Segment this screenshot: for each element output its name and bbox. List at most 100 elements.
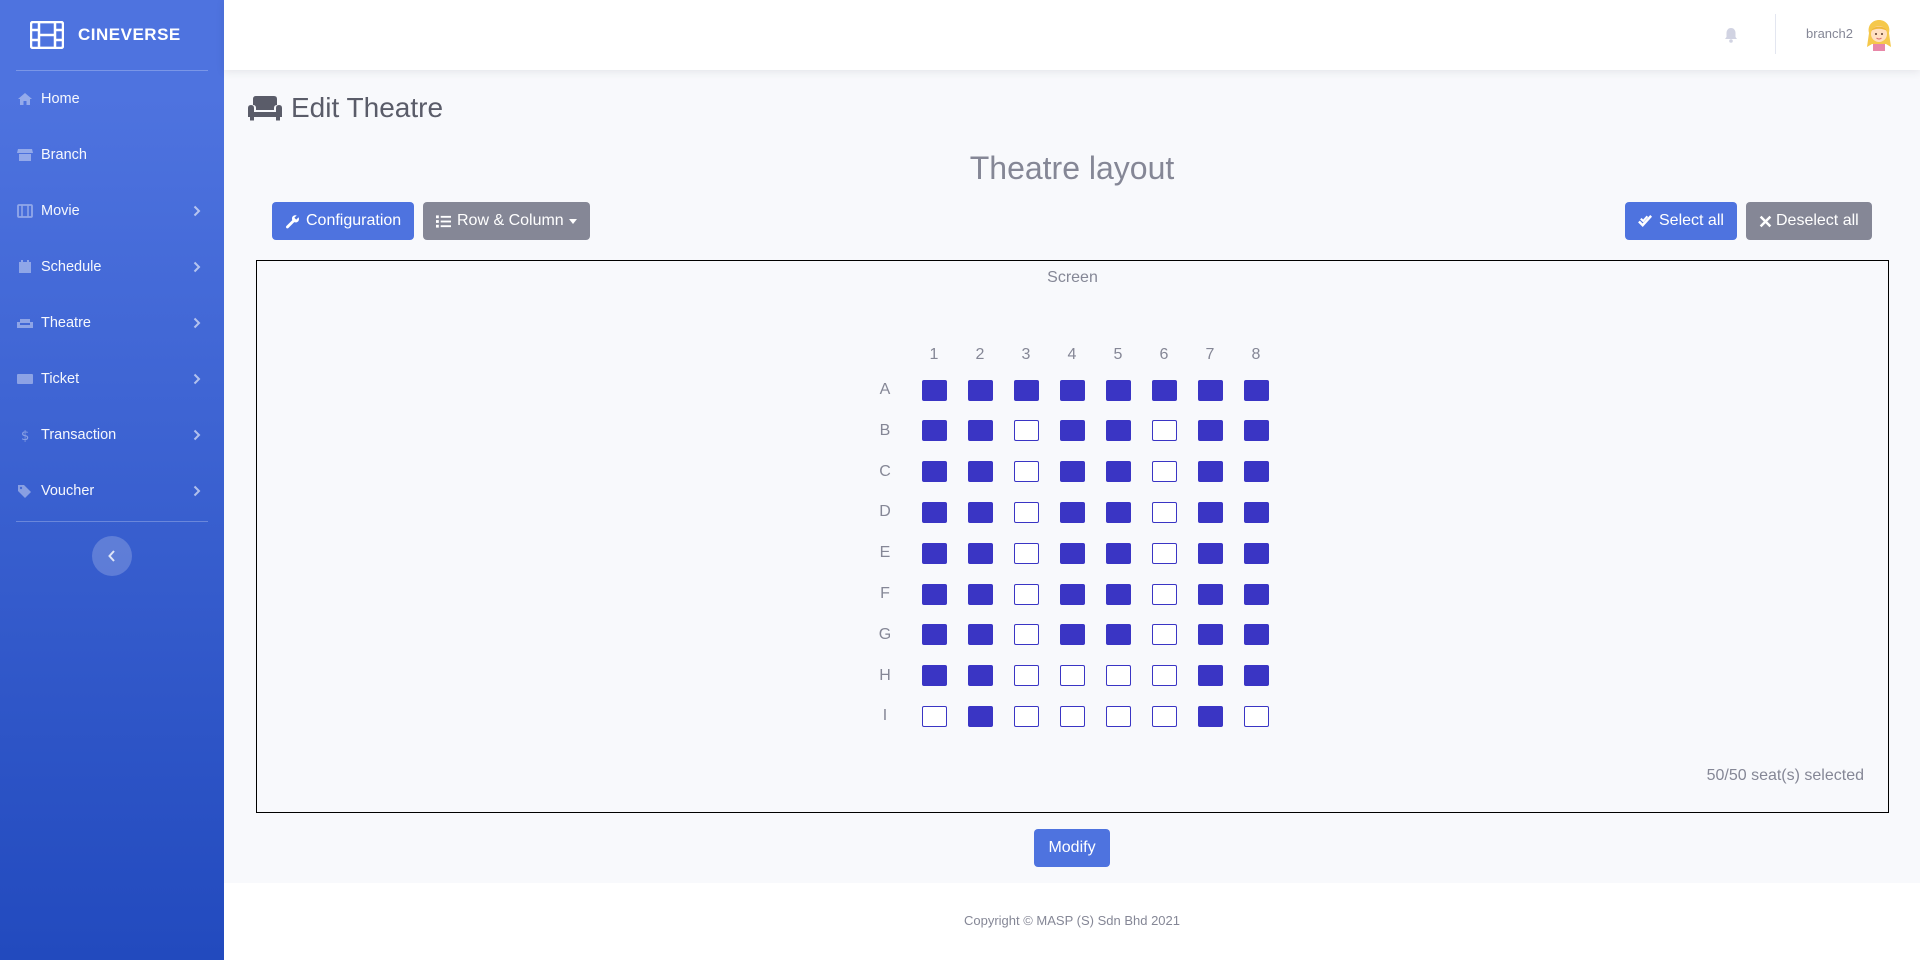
seat-F4[interactable] [1059,583,1085,605]
page-header: Edit Theatre [247,92,443,124]
seat-H7[interactable] [1197,665,1223,687]
seat-B8[interactable] [1243,420,1269,442]
seat-A6[interactable] [1151,379,1177,401]
seat-F2[interactable] [967,583,993,605]
seat-D2[interactable] [967,501,993,523]
seat-A7[interactable] [1197,379,1223,401]
sidebar-item-branch[interactable]: Branch [0,127,224,183]
sidebar-item-theatre[interactable]: Theatre [0,295,224,351]
seat-D6[interactable] [1151,501,1177,523]
seat-F7[interactable] [1197,583,1223,605]
sidebar-nav: Home Branch Movie Schedule Theatre Ticket $ Tra… [0,71,224,519]
seat-A3[interactable] [1013,379,1039,401]
seat-F1[interactable] [921,583,947,605]
seat-G5[interactable] [1105,624,1131,646]
seat-G8[interactable] [1243,624,1269,646]
sidebar-item-voucher[interactable]: Voucher [0,463,224,519]
seat-A8[interactable] [1243,379,1269,401]
seat-E5[interactable] [1105,542,1131,564]
seat-E3[interactable] [1013,542,1039,564]
deselect-all-button[interactable]: Deselect all [1746,202,1872,240]
avatar[interactable] [1864,19,1894,51]
sidebar-item-movie[interactable]: Movie [0,183,224,239]
seat-G4[interactable] [1059,624,1085,646]
seat-C3[interactable] [1013,461,1039,483]
sidebar-item-schedule[interactable]: Schedule [0,239,224,295]
seat-C4[interactable] [1059,461,1085,483]
seat-E2[interactable] [967,542,993,564]
seat-B1[interactable] [921,420,947,442]
seat-I2[interactable] [967,705,993,727]
seat-I4[interactable] [1059,705,1085,727]
seat-E7[interactable] [1197,542,1223,564]
seat-E4[interactable] [1059,542,1085,564]
seat-B2[interactable] [967,420,993,442]
seat-H6[interactable] [1151,665,1177,687]
seat-C5[interactable] [1105,461,1131,483]
sidebar-toggle-button[interactable] [92,536,132,576]
bell-icon[interactable] [1723,27,1739,43]
seat-I7[interactable] [1197,705,1223,727]
seat-A2[interactable] [967,379,993,401]
sidebar-item-transaction[interactable]: $ Transaction [0,407,224,463]
sidebar-item-label: Transaction [41,427,117,443]
seat-H4[interactable] [1059,665,1085,687]
seat-C2[interactable] [967,461,993,483]
seat-D5[interactable] [1105,501,1131,523]
username[interactable]: branch2 [1806,26,1853,41]
seat-D8[interactable] [1243,501,1269,523]
seat-F6[interactable] [1151,583,1177,605]
seat-G3[interactable] [1013,624,1039,646]
seat-C1[interactable] [921,461,947,483]
topbar-divider [1775,14,1776,54]
sidebar-item-ticket[interactable]: Ticket [0,351,224,407]
seat-A1[interactable] [921,379,947,401]
seat-E6[interactable] [1151,542,1177,564]
seat-I8[interactable] [1243,705,1269,727]
seat-E8[interactable] [1243,542,1269,564]
modify-button[interactable]: Modify [1034,829,1110,867]
row-label: C [879,462,891,480]
seat-I1[interactable] [921,705,947,727]
deselect-all-label: Deselect all [1776,212,1859,229]
seat-D7[interactable] [1197,501,1223,523]
sidebar-item-label: Voucher [41,483,95,499]
column-label: 4 [1067,346,1077,363]
seat-I6[interactable] [1151,705,1177,727]
seat-B5[interactable] [1105,420,1131,442]
seat-A4[interactable] [1059,379,1085,401]
seat-H5[interactable] [1105,665,1131,687]
seat-A5[interactable] [1105,379,1131,401]
seat-B7[interactable] [1197,420,1223,442]
seat-D1[interactable] [921,501,947,523]
brand[interactable]: CINEVERSE [0,0,224,70]
sidebar-item-home[interactable]: Home [0,71,224,127]
seat-E1[interactable] [921,542,947,564]
select-all-button[interactable]: Select all [1625,202,1737,240]
seat-B6[interactable] [1151,420,1177,442]
seat-B3[interactable] [1013,420,1039,442]
seat-C7[interactable] [1197,461,1223,483]
seat-H8[interactable] [1243,665,1269,687]
configuration-button[interactable]: Configuration [272,202,415,240]
seat-C6[interactable] [1151,461,1177,483]
seat-G7[interactable] [1197,624,1223,646]
seat-H2[interactable] [967,665,993,687]
seat-H1[interactable] [921,665,947,687]
seat-G2[interactable] [967,624,993,646]
seat-B4[interactable] [1059,420,1085,442]
seat-C8[interactable] [1243,461,1269,483]
seat-G1[interactable] [921,624,947,646]
seat-H3[interactable] [1013,665,1039,687]
seat-F8[interactable] [1243,583,1269,605]
seat-D3[interactable] [1013,501,1039,523]
row-column-dropdown[interactable]: Row & Column [423,202,590,240]
seat-I5[interactable] [1105,705,1131,727]
seat-F5[interactable] [1105,583,1131,605]
seat-I3[interactable] [1013,705,1039,727]
column-label: 7 [1205,346,1215,363]
seat-D4[interactable] [1059,501,1085,523]
seat-F3[interactable] [1013,583,1039,605]
seat-G6[interactable] [1151,624,1177,646]
list-icon [436,214,451,228]
